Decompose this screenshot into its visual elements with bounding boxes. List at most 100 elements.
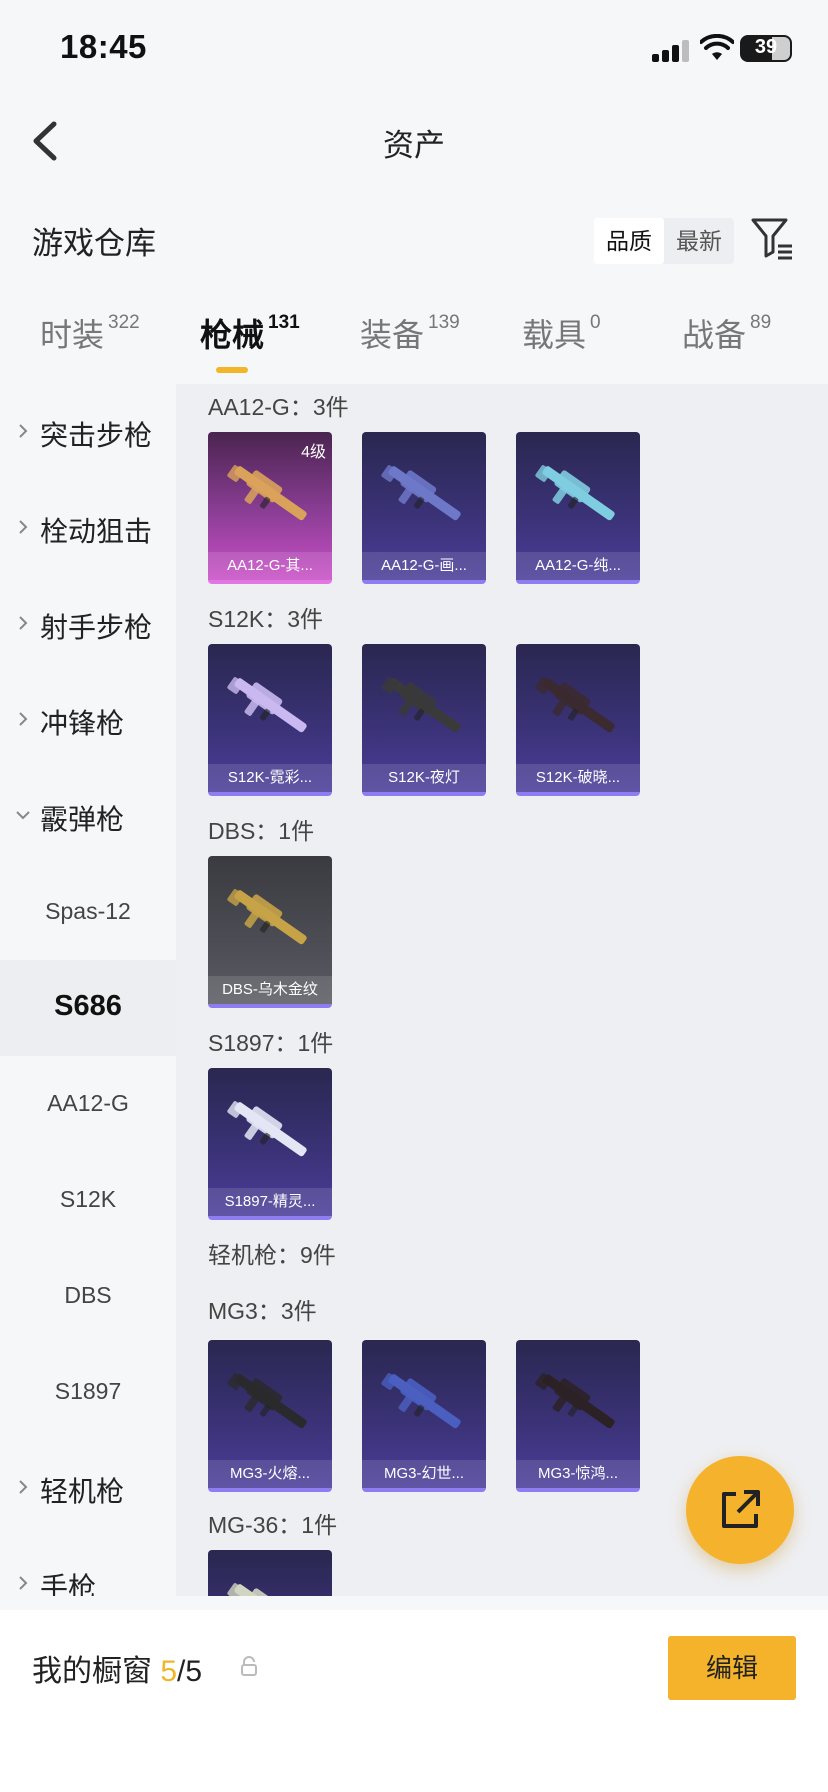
sort-toggle: 品质 最新 (594, 218, 734, 264)
skin-name: AA12-G-画... (362, 552, 486, 580)
sidebar-subitem-spas12[interactable]: Spas-12 (0, 864, 176, 960)
tab-label: 时装 (40, 317, 105, 353)
weapon-image (227, 1101, 307, 1157)
skin-name: S12K-夜灯 (362, 764, 486, 792)
tab-count: 0 (590, 312, 601, 333)
sidebar-subitem-s1897[interactable]: S1897 (0, 1344, 176, 1440)
group-label: MG-36：1件 (208, 1512, 338, 1538)
skin-name: MG3-火熔... (208, 1460, 332, 1488)
sidebar-item-label: 手枪 (40, 1572, 97, 1596)
weapon-image (381, 465, 461, 521)
tab-supplies[interactable]: 战备 89 (682, 310, 771, 356)
skin-name: S1897-精灵... (208, 1188, 332, 1216)
skin-card[interactable]: 4级 AA12-G-其... (208, 432, 332, 584)
tab-outfits[interactable]: 时装 322 (40, 310, 140, 356)
chevron-right-icon (19, 520, 28, 534)
chevron-down-icon (16, 811, 30, 820)
filter-icon[interactable] (750, 216, 794, 260)
sidebar-subitem-aa12g[interactable]: AA12-G (0, 1056, 176, 1152)
skin-name: AA12-G-纯... (516, 552, 640, 580)
external-link-icon (722, 1490, 760, 1528)
sidebar-item-shotgun[interactable]: 霰弹枪 (0, 768, 176, 864)
sidebar-item-lmg[interactable]: 轻机枪 (0, 1440, 176, 1536)
tab-count: 322 (108, 312, 140, 333)
sidebar-item-label: S12K (59, 1186, 117, 1212)
tab-label: 战备 (682, 317, 747, 353)
sidebar-item-bolt-sniper[interactable]: 栓动狙击 (0, 480, 176, 576)
weapon-image (535, 677, 615, 733)
status-bar: 18:45 39 (0, 0, 828, 100)
skin-card[interactable]: S12K-夜灯 (362, 644, 486, 796)
tab-firearms[interactable]: 枪械 131 (200, 310, 300, 356)
cellular-signal-icon (652, 38, 692, 62)
group-label: DBS：1件 (208, 818, 315, 844)
group-label: S12K：3件 (208, 606, 324, 632)
weapon-image (227, 677, 307, 733)
skin-card[interactable]: S1897-精灵... (208, 1068, 332, 1220)
skin-card[interactable]: S12K-破晓... (516, 644, 640, 796)
sort-quality-button[interactable]: 品质 (594, 218, 664, 264)
skin-card[interactable]: MG3-幻世... (362, 1340, 486, 1492)
group-label: 轻机枪：9件 (208, 1242, 336, 1268)
chevron-right-icon (19, 1576, 28, 1590)
tab-label: 枪械 (200, 317, 265, 353)
skin-card[interactable]: MG3-火熔... (208, 1340, 332, 1492)
weapon-image (227, 1583, 307, 1596)
sidebar-subitem-s12k[interactable]: S12K (0, 1152, 176, 1248)
group-label: AA12-G：3件 (208, 394, 349, 420)
showcase-bar: 我的橱窗 5/5 编辑 (0, 1610, 828, 1792)
sidebar-item-label: S686 (54, 990, 122, 1022)
chevron-right-icon (19, 712, 28, 726)
nav-bar: 资产 (0, 100, 828, 180)
chevron-right-icon (19, 616, 28, 630)
skin-card[interactable] (208, 1550, 332, 1596)
tab-count: 89 (750, 312, 772, 333)
weapon-type-sidebar: 突击步枪 栓动狙击 射手步枪 冲锋枪 霰弹枪 Spas-12 S686 AA12… (0, 384, 176, 1596)
tab-label: 装备 (360, 317, 425, 353)
sidebar-item-label: 栓动狙击 (40, 516, 153, 547)
sidebar-subitem-s686[interactable]: S686 (0, 960, 176, 1056)
edit-button[interactable]: 编辑 (668, 1636, 796, 1700)
chevron-right-icon (19, 424, 28, 438)
skin-card[interactable]: MG3-惊鸿... (516, 1340, 640, 1492)
showcase-total-count: /5 (177, 1655, 203, 1688)
sort-newest-button[interactable]: 最新 (664, 218, 734, 264)
sidebar-item-label: DBS (64, 1282, 112, 1308)
tab-equipment[interactable]: 装备 139 (360, 310, 460, 356)
category-tabs: 时装 322 枪械 131 装备 139 载具 0 战备 89 (0, 310, 828, 380)
chevron-right-icon (19, 1480, 28, 1494)
group-label: S1897：1件 (208, 1030, 334, 1056)
sidebar-item-assault-rifle[interactable]: 突击步枪 (0, 384, 176, 480)
sidebar-item-label: 冲锋枪 (40, 708, 125, 739)
skin-card[interactable]: DBS-乌木金纹 (208, 856, 332, 1008)
battery-icon: 39 (740, 35, 792, 62)
skin-name: MG3-惊鸿... (516, 1460, 640, 1488)
wifi-icon (700, 34, 734, 60)
sidebar-item-pistol[interactable]: 手枪 (0, 1536, 176, 1596)
skin-card[interactable]: AA12-G-纯... (516, 432, 640, 584)
skin-name: S12K-破晓... (516, 764, 640, 792)
skin-name: MG3-幻世... (362, 1460, 486, 1488)
active-tab-indicator (216, 367, 248, 373)
weapon-image (535, 1373, 615, 1429)
weapon-image (227, 1373, 307, 1429)
battery-level: 39 (754, 36, 778, 58)
skin-name: AA12-G-其... (208, 552, 332, 580)
sidebar-item-smg[interactable]: 冲锋枪 (0, 672, 176, 768)
weapon-image (227, 465, 307, 521)
tab-count: 139 (428, 312, 460, 333)
weapon-image (535, 465, 615, 521)
warehouse-title: 游戏仓库 (32, 226, 156, 261)
skin-card[interactable]: AA12-G-画... (362, 432, 486, 584)
share-button[interactable] (686, 1456, 794, 1564)
sidebar-item-marksman-rifle[interactable]: 射手步枪 (0, 576, 176, 672)
sidebar-item-label: 轻机枪 (40, 1476, 125, 1507)
tab-label: 载具 (522, 317, 587, 353)
weapon-image (227, 889, 307, 945)
tab-vehicles[interactable]: 载具 0 (522, 310, 601, 356)
skin-card[interactable]: S12K-霓彩... (208, 644, 332, 796)
sidebar-subitem-dbs[interactable]: DBS (0, 1248, 176, 1344)
status-time: 18:45 (60, 28, 147, 65)
sidebar-item-label: Spas-12 (45, 898, 131, 924)
weapon-image (381, 677, 461, 733)
